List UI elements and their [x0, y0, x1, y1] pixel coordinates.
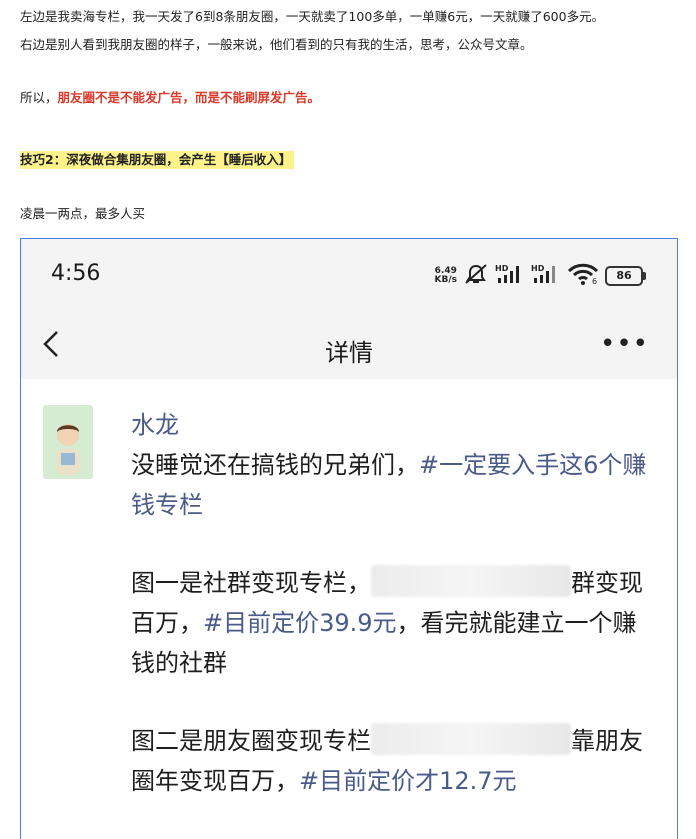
price-hashtag-1[interactable]: #目前定价39.9元: [203, 609, 397, 637]
wifi-icon: 6: [567, 263, 599, 289]
wifi-sub-label: 6: [592, 277, 597, 285]
paragraph-sales: 左边是我卖海专栏，我一天发了6到8条朋友圈，一天就卖了100多单，一单赚6元，一…: [20, 9, 605, 24]
network-speed-unit: KB/s: [434, 275, 457, 285]
para-2-start: 图一是社群变现专栏，: [131, 569, 371, 597]
clock: 4:56: [51, 261, 101, 286]
signal-icon-1: HD: [495, 263, 525, 289]
post-paragraph-2: 图一是社群变现专栏， 群变现百万，#目前定价39.9元，看完就能建立一个赚钱的社群: [131, 563, 651, 683]
more-options-button[interactable]: •••: [600, 329, 649, 359]
signal-icon-2: HD: [531, 263, 561, 289]
phone-screenshot: 4:56 6.49 KB/s HD HD 6 86 详情 ••• 水龙 没睡觉还…: [20, 238, 678, 839]
nav-bar: 详情 •••: [21, 319, 677, 379]
signal-1-label: HD: [495, 264, 509, 273]
avatar[interactable]: [43, 405, 93, 479]
price-hashtag-2[interactable]: #目前定价才12.7元: [299, 767, 517, 795]
signal-2-label: HD: [531, 264, 545, 273]
paragraph-moments-view: 右边是别人看到我朋友圈的样子，一般来说，他们看到的只有我的生活，思考，公众号文章…: [20, 37, 533, 52]
conclusion-emphasis: 朋友圈不是不能发广告，而是不能刷屏发广告。: [57, 90, 321, 105]
status-bar: 4:56 6.49 KB/s HD HD 6 86: [21, 239, 677, 319]
page-title: 详情: [325, 339, 373, 367]
post-author[interactable]: 水龙: [131, 405, 179, 440]
para-3-start: 图二是朋友圈变现专栏: [131, 727, 371, 755]
network-speed: 6.49 KB/s: [435, 267, 457, 285]
tip-highlight: 技巧2：深夜做合集朋友圈，会产生【睡后收入】: [20, 151, 295, 169]
blurred-text-2: [371, 723, 571, 755]
battery-icon: 86: [605, 266, 646, 286]
post-paragraph-3: 图二是朋友圈变现专栏 靠朋友圈年变现百万，#目前定价才12.7元: [131, 721, 651, 801]
moment-post: 水龙 没睡觉还在搞钱的兄弟们，#一定要入手这6个赚钱专栏 图一是社群变现专栏，群…: [21, 379, 677, 839]
conclusion-prefix: 所以，: [20, 90, 58, 105]
post-line-1: 没睡觉还在搞钱的兄弟们，#一定要入手这6个赚钱专栏: [131, 445, 651, 525]
post-line-1-text: 没睡觉还在搞钱的兄弟们，: [131, 451, 419, 479]
status-icons: 6.49 KB/s HD HD 6 86: [435, 263, 646, 289]
paragraph-late-night: 凌晨一两点，最多人买: [20, 206, 146, 221]
post-content: 没睡觉还在搞钱的兄弟们，#一定要入手这6个赚钱专栏 图一是社群变现专栏， 群变现百…: [131, 445, 651, 801]
mute-bell-icon: [463, 263, 489, 289]
avatar-image: [43, 405, 93, 479]
paragraph-conclusion: 所以，朋友圈不是不能发广告，而是不能刷屏发广告。: [20, 90, 320, 106]
tip-heading: 技巧2：深夜做合集朋友圈，会产生【睡后收入】: [20, 151, 295, 169]
blurred-text: [371, 565, 571, 597]
